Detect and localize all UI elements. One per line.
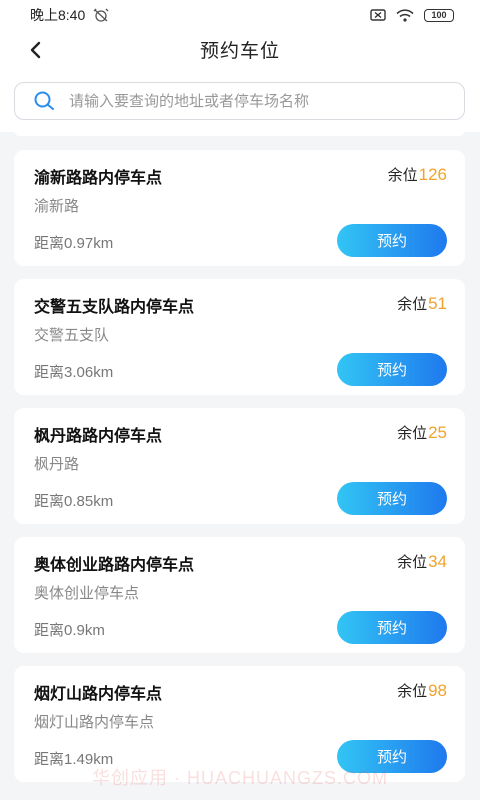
search-input[interactable] bbox=[69, 92, 429, 110]
remaining-label: 余位 bbox=[387, 167, 418, 184]
reserve-button[interactable]: 预约 bbox=[337, 224, 447, 257]
reserve-button[interactable]: 预约 bbox=[337, 482, 447, 515]
search-icon bbox=[34, 91, 54, 110]
watermark: 华创应用 · HUACHUANGZS.COM bbox=[92, 768, 388, 788]
parking-card[interactable]: 渝新路路内停车点 余位 126 渝新路 距离0.97km 预约 bbox=[14, 150, 465, 266]
status-time: 晚上8:40 bbox=[30, 7, 86, 23]
remaining-spaces: 余位 98 bbox=[397, 680, 447, 701]
status-bar: 晚上8:40 100 bbox=[0, 0, 480, 30]
parking-name: 烟灯山路内停车点 bbox=[34, 686, 163, 703]
remaining-spaces: 余位 126 bbox=[388, 164, 447, 185]
battery-icon: 100 bbox=[424, 8, 454, 22]
remaining-label: 余位 bbox=[397, 683, 428, 700]
nav-bar: 预约车位 bbox=[0, 30, 480, 70]
reserve-button[interactable]: 预约 bbox=[337, 353, 447, 386]
search-box[interactable] bbox=[14, 82, 465, 120]
remaining-spaces: 余位 34 bbox=[397, 551, 447, 572]
remaining-label: 余位 bbox=[397, 425, 428, 442]
sim-card-icon bbox=[370, 9, 386, 21]
parking-address: 奥体创业停车点 bbox=[34, 585, 140, 602]
parking-address: 枫丹路 bbox=[34, 456, 80, 473]
remaining-count: 25 bbox=[428, 423, 447, 442]
page-title: 预约车位 bbox=[199, 41, 280, 62]
parking-distance: 距离0.97km bbox=[34, 235, 114, 252]
parking-distance: 距离0.85km bbox=[34, 493, 114, 510]
wifi-icon bbox=[396, 8, 414, 22]
remaining-count: 51 bbox=[428, 294, 447, 313]
remaining-label: 余位 bbox=[397, 296, 428, 313]
parking-name: 奥体创业路路内停车点 bbox=[34, 557, 195, 574]
parking-card[interactable]: 交警五支队路内停车点 余位 51 交警五支队 距离3.06km 预约 bbox=[14, 279, 465, 395]
parking-name: 交警五支队路内停车点 bbox=[34, 299, 195, 316]
reserve-button[interactable]: 预约 bbox=[337, 611, 447, 644]
parking-name: 渝新路路内停车点 bbox=[34, 170, 163, 187]
parking-address: 烟灯山路内停车点 bbox=[34, 714, 155, 731]
partial-card-edge bbox=[14, 130, 465, 136]
remaining-spaces: 余位 51 bbox=[397, 293, 447, 314]
parking-name: 枫丹路路内停车点 bbox=[34, 428, 163, 445]
remaining-count: 98 bbox=[428, 681, 447, 700]
parking-list: 渝新路路内停车点 余位 126 渝新路 距离0.97km 预约 交警五支队路内停车… bbox=[14, 150, 465, 795]
parking-card[interactable]: 奥体创业路路内停车点 余位 34 奥体创业停车点 距离0.9km 预约 bbox=[14, 537, 465, 653]
search-bar bbox=[0, 70, 480, 132]
parking-card[interactable]: 枫丹路路内停车点 余位 25 枫丹路 距离0.85km 预约 bbox=[14, 408, 465, 524]
parking-address: 交警五支队 bbox=[34, 327, 110, 344]
parking-address: 渝新路 bbox=[34, 198, 80, 215]
parking-distance: 距离0.9km bbox=[34, 622, 105, 639]
alarm-off-icon bbox=[93, 8, 109, 22]
remaining-count: 126 bbox=[418, 165, 447, 184]
parking-distance: 距离3.06km bbox=[34, 364, 114, 381]
remaining-label: 余位 bbox=[397, 554, 428, 571]
page: 晚上8:40 100 预约车位 请输入要查询的地址或者停车场名称 渝新路路内停车… bbox=[0, 0, 480, 800]
remaining-spaces: 余位 25 bbox=[397, 422, 447, 443]
remaining-count: 34 bbox=[428, 552, 447, 571]
